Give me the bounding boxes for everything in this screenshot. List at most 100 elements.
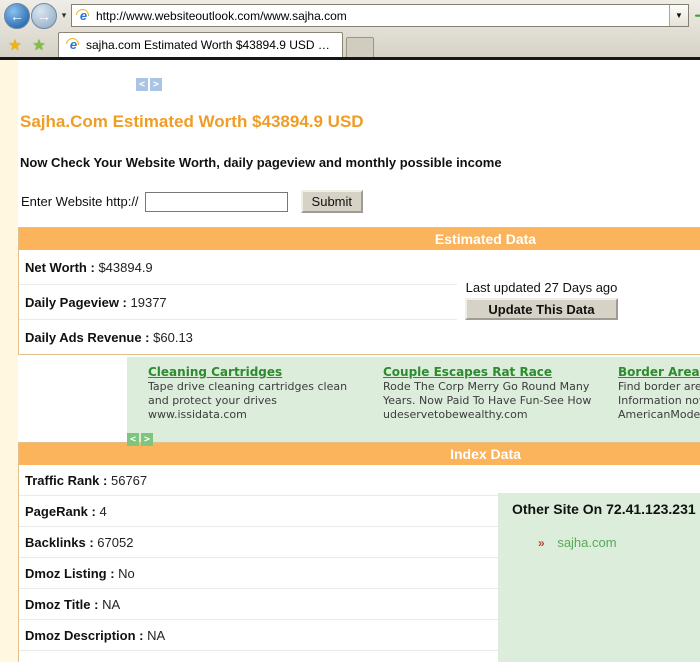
table-row: Dmoz Title : NA	[19, 589, 498, 620]
estimated-data-table: Estimated Data Net Worth : $43894.9 Dail…	[18, 227, 700, 355]
row-value: NA	[132, 659, 150, 662]
favorites-button[interactable]: ★	[4, 35, 26, 57]
table-row: Backlinks : 67052	[19, 527, 498, 558]
go-button[interactable]: ➜	[694, 6, 700, 26]
update-data-button[interactable]: Update This Data	[465, 298, 618, 320]
favorites-star-icon: ★	[8, 37, 21, 54]
page-viewport: <> Sajha.Com Estimated Worth $43894.9 US…	[0, 60, 700, 662]
forward-icon: →	[37, 8, 51, 24]
address-bar[interactable]: e http://www.websiteoutlook.com/www.sajh…	[71, 4, 689, 27]
go-arrow-icon: ➜	[694, 6, 700, 25]
other-sites-panel: Other Site On 72.41.123.231 » sajha.com	[498, 493, 700, 662]
table-row: Dmoz Category : NA	[19, 651, 498, 662]
table-row: Dmoz Listing : No	[19, 558, 498, 589]
last-updated-text: Last updated 27 Days ago	[465, 280, 618, 295]
row-value: 4	[99, 504, 106, 519]
table-row: PageRank : 4	[19, 496, 498, 527]
navigation-toolbar: ← → ▾ e http://www.websiteoutlook.com/ww…	[0, 0, 700, 31]
ie-page-icon: e	[75, 8, 92, 24]
table-row: Traffic Rank : 56767	[19, 465, 498, 496]
ad-title-link[interactable]: Cleaning Cartridges	[148, 365, 383, 380]
tab-strip: e sajha.com Estimated Worth $43894.9 USD…	[58, 32, 374, 57]
index-data-header: Index Data	[19, 443, 700, 465]
prev-arrow-button[interactable]: <	[136, 78, 148, 91]
prev-arrow-button[interactable]: <	[127, 433, 139, 446]
add-favorite-button[interactable]: ★	[28, 35, 50, 57]
ad-text: Find border area ru	[618, 380, 700, 394]
ad-text: Tape drive cleaning cartridges clean	[148, 380, 383, 394]
table-row: Daily Ads Revenue : $60.13	[19, 320, 457, 354]
page-title: Sajha.Com Estimated Worth $43894.9 USD	[20, 112, 700, 132]
page-content: <> Sajha.Com Estimated Worth $43894.9 US…	[18, 60, 700, 662]
row-value: NA	[102, 597, 120, 612]
row-label: Dmoz Title :	[25, 597, 98, 612]
ad-url: AmericanModernLiv	[618, 408, 700, 422]
other-sites-column: Other Site On 72.41.123.231 » sajha.com	[498, 465, 700, 662]
update-section: Last updated 27 Days ago Update This Dat…	[457, 250, 700, 354]
address-dropdown-button[interactable]: ▼	[669, 5, 688, 26]
index-data-body: Traffic Rank : 56767 PageRank : 4 Backli…	[19, 465, 700, 662]
back-icon: ←	[10, 8, 24, 24]
ad-title-link[interactable]: Couple Escapes Rat Race	[383, 365, 618, 380]
row-label: Dmoz Description :	[25, 628, 143, 643]
website-lookup-form: Enter Website http:// Submit	[21, 190, 700, 213]
row-label: Traffic Rank :	[25, 473, 107, 488]
other-sites-heading: Other Site On 72.41.123.231	[512, 501, 700, 517]
website-input[interactable]	[145, 192, 288, 212]
row-value: 56767	[111, 473, 147, 488]
other-site-link[interactable]: sajha.com	[557, 535, 616, 550]
next-arrow-button[interactable]: >	[150, 78, 162, 91]
ad-text: Information now.	[618, 394, 700, 408]
ad-url: udeservetobewealthy.com	[383, 408, 618, 422]
table-row: Dmoz Description : NA	[19, 620, 498, 651]
ie-swoosh	[73, 6, 91, 24]
ie-swoosh	[63, 35, 81, 53]
table-row: Net Worth : $43894.9	[19, 250, 457, 285]
browser-chrome: ← → ▾ e http://www.websiteoutlook.com/ww…	[0, 0, 700, 60]
ad-text: Years. Now Paid To Have Fun-See How	[383, 394, 618, 408]
chevron-down-icon: ▼	[675, 11, 683, 20]
back-button[interactable]: ←	[4, 3, 30, 29]
row-value: $60.13	[153, 330, 193, 345]
row-label: Dmoz Listing :	[25, 566, 115, 581]
row-label: Dmoz Category :	[25, 659, 128, 662]
tab-title: sajha.com Estimated Worth $43894.9 USD b…	[82, 38, 336, 52]
table-row: Daily Pageview : 19377	[19, 285, 457, 320]
row-label: PageRank :	[25, 504, 96, 519]
row-value: NA	[147, 628, 165, 643]
forward-button[interactable]: →	[31, 3, 57, 29]
url-input[interactable]: http://www.websiteoutlook.com/www.sajha.…	[92, 9, 669, 23]
ad-text: and protect your drives	[148, 394, 383, 408]
ad-pager-bottom: <>	[127, 429, 700, 442]
row-label: Daily Ads Revenue :	[25, 330, 150, 345]
estimated-data-header: Estimated Data	[19, 228, 700, 250]
estimated-rows: Net Worth : $43894.9 Daily Pageview : 19…	[19, 250, 457, 354]
tab-toolbar: ★ ★ e sajha.com Estimated Worth $43894.9…	[0, 31, 700, 57]
next-arrow-button[interactable]: >	[141, 433, 153, 446]
ad-text: Rode The Corp Merry Go Round Many	[383, 380, 618, 394]
submit-button[interactable]: Submit	[301, 190, 363, 213]
row-value: 19377	[131, 295, 167, 310]
ad-title-link[interactable]: Border Area Rug	[618, 365, 700, 380]
index-rows: Traffic Rank : 56767 PageRank : 4 Backli…	[19, 465, 498, 662]
ad-pager-top: <>	[136, 74, 700, 87]
bullet-arrow-icon: »	[538, 536, 545, 550]
tab-sajha[interactable]: e sajha.com Estimated Worth $43894.9 USD…	[58, 32, 343, 57]
row-value: $43894.9	[98, 260, 152, 275]
tab-ie-icon: e	[65, 37, 82, 53]
list-item: » sajha.com	[512, 535, 700, 550]
page-subtitle: Now Check Your Website Worth, daily page…	[20, 155, 700, 170]
history-dropdown-icon[interactable]: ▾	[57, 10, 71, 21]
new-tab-button[interactable]	[346, 37, 374, 57]
row-label: Net Worth :	[25, 260, 95, 275]
ad-unit: Border Area Rug Find border area ru Info…	[618, 365, 700, 422]
add-favorite-star-icon: ★	[32, 37, 45, 54]
ad-unit: Couple Escapes Rat Race Rode The Corp Me…	[383, 365, 618, 422]
ads-strip: Cleaning Cartridges Tape drive cleaning …	[127, 357, 700, 442]
estimated-data-body: Net Worth : $43894.9 Daily Pageview : 19…	[19, 250, 700, 354]
row-label: Daily Pageview :	[25, 295, 127, 310]
ad-unit: Cleaning Cartridges Tape drive cleaning …	[148, 365, 383, 422]
ad-url: www.issidata.com	[148, 408, 383, 422]
website-input-label: Enter Website http://	[21, 194, 139, 209]
row-value: No	[118, 566, 135, 581]
